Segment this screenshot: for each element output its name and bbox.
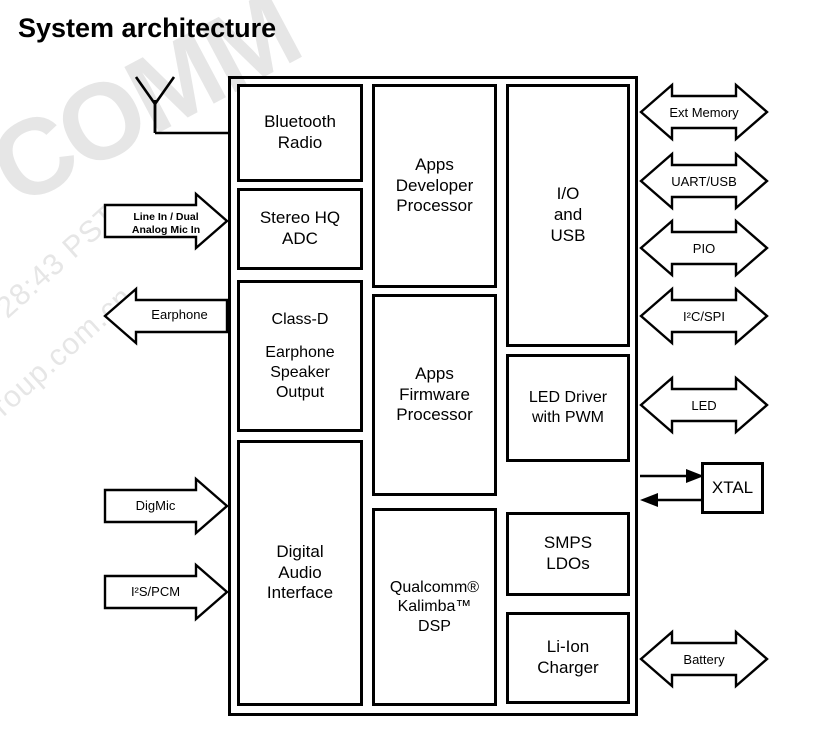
- block-line: Audio: [278, 562, 322, 582]
- block-line: SMPS: [543, 533, 593, 553]
- xtal-label: XTAL: [711, 478, 754, 497]
- block-apps-firmware-processor[interactable]: Apps Firmware Processor: [372, 294, 497, 496]
- block-line: LED Driver: [528, 389, 608, 407]
- block-line: ADC: [282, 229, 318, 248]
- block-line: Class-D: [271, 310, 329, 328]
- page-title: System architecture: [18, 13, 277, 43]
- arrow-earphone: [103, 286, 229, 346]
- block-line: Qualcomm®: [389, 578, 480, 596]
- block-line: I/O: [556, 184, 580, 204]
- block-line: and: [553, 205, 583, 225]
- arrow-from-xtal: [640, 493, 704, 507]
- arrow-line-in-dual-analog-mic-in: [103, 191, 229, 251]
- arrow-digmic: [103, 476, 229, 536]
- arrow-uart-usb: [639, 151, 769, 211]
- block-line: Processor: [396, 405, 473, 425]
- block-stereo-hq-adc[interactable]: Stereo HQ ADC: [237, 188, 363, 270]
- block-class-d-earphone-speaker-output[interactable]: Class-D Earphone Speaker Output: [237, 280, 363, 432]
- block-led-driver-with-pwm[interactable]: LED Driver with PWM: [506, 354, 630, 462]
- block-line: Radio: [277, 133, 323, 152]
- block-smps-ldos[interactable]: SMPS LDOs: [506, 512, 630, 596]
- block-line: Interface: [266, 583, 334, 603]
- arrow-to-xtal: [640, 469, 704, 483]
- block-line: DSP: [418, 617, 451, 635]
- block-line: Stereo HQ: [259, 208, 341, 228]
- block-line: with PWM: [532, 409, 604, 426]
- block-bluetooth-radio[interactable]: Bluetooth Radio: [237, 84, 363, 182]
- arrow-led: [639, 375, 769, 435]
- block-line: Digital: [276, 541, 324, 561]
- block-li-ion-charger[interactable]: Li-Ion Charger: [506, 612, 630, 704]
- block-line: Apps: [415, 154, 454, 174]
- block-qualcomm-kalimba-dsp[interactable]: Qualcomm® Kalimba™ DSP: [372, 508, 497, 706]
- block-line: Li-Ion: [546, 637, 590, 657]
- arrow-i2c-spi: [639, 286, 769, 346]
- block-line: USB: [550, 225, 586, 245]
- block-line: Firmware: [399, 384, 470, 404]
- arrow-pio: [639, 218, 769, 278]
- block-io-and-usb[interactable]: I/O and USB: [506, 84, 630, 347]
- block-line: LDOs: [546, 554, 590, 573]
- block-apps-developer-processor[interactable]: Apps Developer Processor: [372, 84, 497, 288]
- block-xtal[interactable]: XTAL: [701, 462, 764, 514]
- block-line: Output: [275, 383, 325, 401]
- arrow-battery: [639, 629, 769, 689]
- antenna-feed-line: [153, 104, 228, 135]
- block-line: Speaker: [270, 364, 330, 381]
- arrow-i2s-pcm: [103, 562, 229, 622]
- block-line: Developer: [395, 175, 474, 195]
- system-architecture-diagram: COMM 28:43 PST roup.com.cn System archit…: [0, 0, 815, 737]
- block-line: Apps: [415, 363, 454, 383]
- block-line: Processor: [396, 196, 473, 216]
- block-line: Earphone: [265, 344, 335, 362]
- arrow-ext-memory: [639, 82, 769, 142]
- block-line: Kalimba™: [397, 598, 472, 616]
- block-line: Bluetooth: [264, 112, 336, 132]
- block-digital-audio-interface[interactable]: Digital Audio Interface: [237, 440, 363, 706]
- block-line: Charger: [537, 658, 599, 677]
